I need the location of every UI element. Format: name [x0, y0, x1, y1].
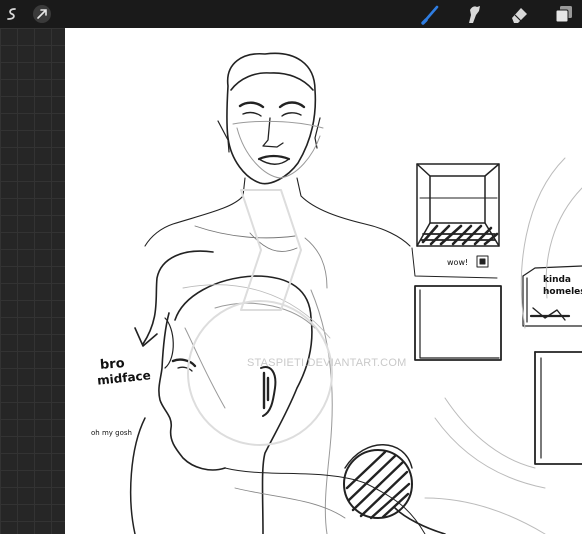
transform-icon[interactable]	[30, 3, 54, 25]
brush-icon[interactable]	[419, 3, 443, 25]
guide-arcs-sketch	[394, 157, 582, 534]
hatched-circle-sketch	[343, 444, 413, 520]
drawing-canvas[interactable]: bro midface oh my gosh wow! kinda homele…	[65, 28, 582, 534]
smudge-icon[interactable]	[462, 3, 486, 25]
selection-icon[interactable]	[0, 3, 24, 25]
annotation-wow: wow!	[447, 258, 469, 267]
watermark-text: STASPIETI.DEVIANTART.COM	[247, 357, 407, 369]
square-sketch	[414, 285, 502, 361]
sketch-drawing	[129, 52, 582, 534]
annotation-homeless: homeless	[543, 287, 582, 297]
annotation-bro: bro	[99, 356, 126, 373]
annotation-oh-my-gosh: oh my gosh	[91, 429, 132, 437]
layers-icon[interactable]	[552, 3, 576, 25]
small-box-sketch	[476, 255, 489, 268]
annotation-kinda: kinda	[543, 275, 571, 285]
large-frame-sketch	[534, 351, 582, 465]
top-toolbar	[0, 0, 582, 28]
canvas-background-grid	[0, 28, 65, 534]
eraser-icon[interactable]	[507, 3, 531, 25]
profile-head-sketch	[129, 275, 426, 534]
